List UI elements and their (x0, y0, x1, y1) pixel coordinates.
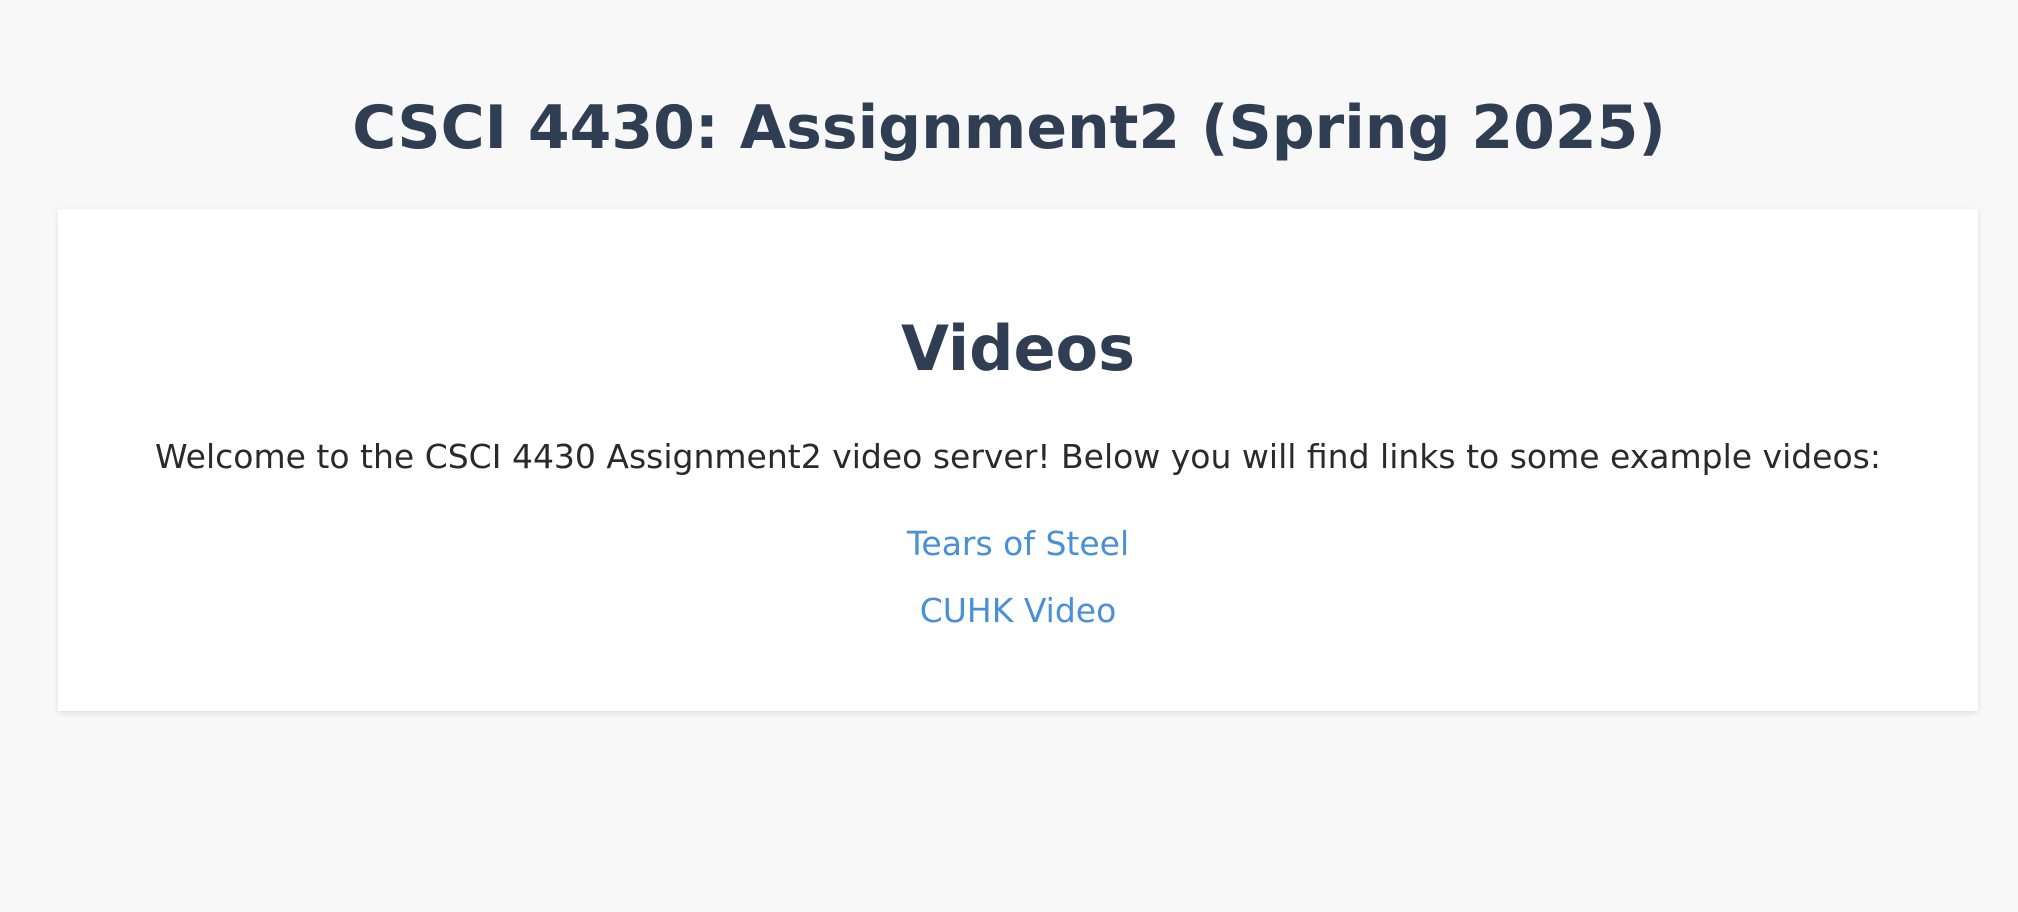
section-heading: Videos (900, 312, 1136, 385)
cuhk-video-link[interactable]: CUHK Video (920, 591, 1117, 630)
video-link-list: Tears of Steel CUHK Video (58, 521, 1978, 655)
page: CSCI 4430: Assignment2 (Spring 2025) Vid… (0, 0, 2018, 912)
list-item: CUHK Video (58, 588, 1978, 655)
tears-of-steel-link[interactable]: Tears of Steel (907, 524, 1129, 563)
videos-card: Videos Welcome to the CSCI 4430 Assignme… (58, 209, 1978, 711)
list-item: Tears of Steel (58, 521, 1978, 588)
intro-text: Welcome to the CSCI 4430 Assignment2 vid… (154, 437, 1881, 476)
page-title: CSCI 4430: Assignment2 (Spring 2025) (352, 93, 1666, 163)
